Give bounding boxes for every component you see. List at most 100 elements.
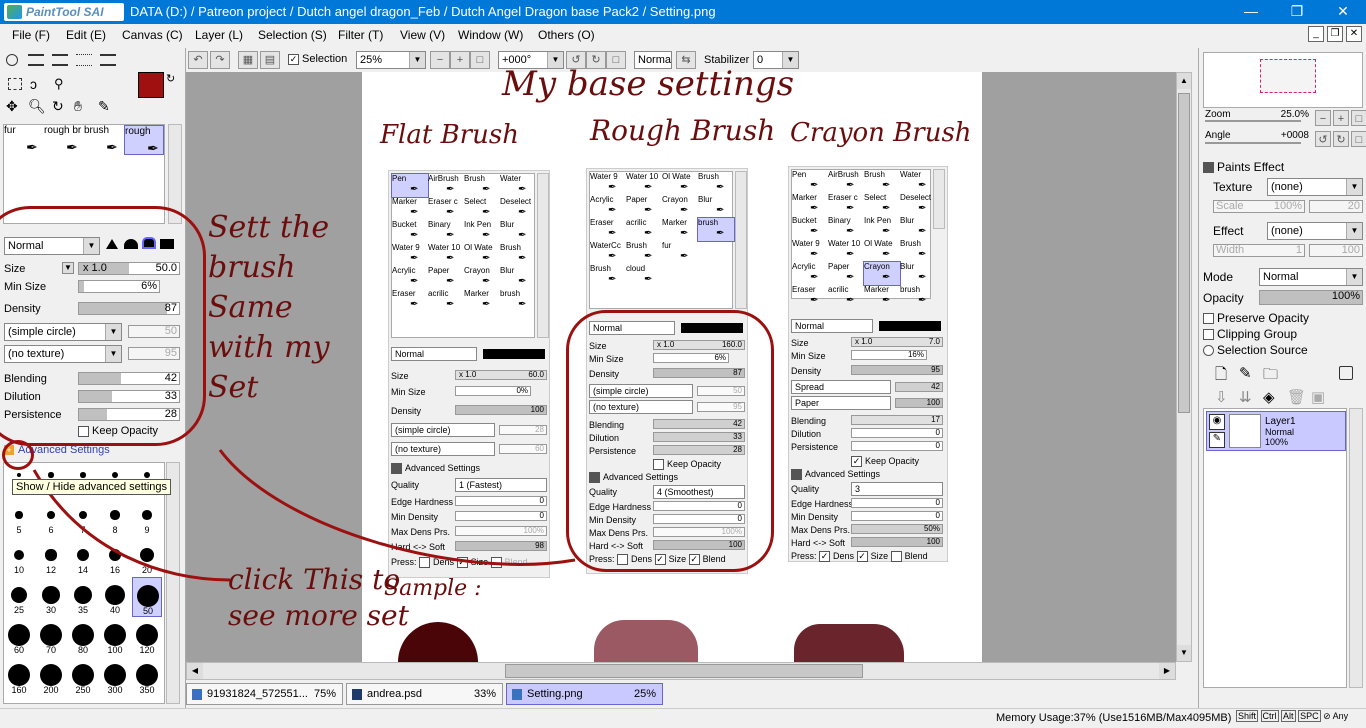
new-layer-icon[interactable]: 🗋︎ — [1215, 364, 1227, 389]
tool-slot[interactable]: Ink Pen ✒ — [864, 216, 900, 239]
tool-slot[interactable]: Select ✒ — [464, 197, 500, 220]
tool-slot[interactable]: Brush ✒ — [500, 243, 536, 266]
new-linework-layer-icon[interactable]: ✎ — [1239, 364, 1252, 382]
transfer-down-icon[interactable]: ⇩ — [1215, 388, 1228, 406]
swap-colors-icon[interactable]: ↻ — [166, 72, 175, 85]
crayon-density-bar[interactable]: 95 — [851, 365, 943, 375]
crayon-minsize-bar[interactable]: 16% — [851, 350, 927, 360]
mdi-close-icon[interactable]: ✕ — [1346, 26, 1362, 42]
tool-slot[interactable]: Bucket ✒ — [392, 220, 428, 243]
flat-size-bar[interactable]: x 1.0 60.0 — [455, 370, 547, 380]
scroll-left-icon[interactable]: ◀ — [187, 663, 203, 679]
tool-slot[interactable]: Water ✒ — [500, 174, 536, 197]
tool-slot[interactable]: brush ✒ — [697, 217, 735, 242]
tool-slot[interactable]: Eraser c ✒ — [428, 197, 464, 220]
tool-slot[interactable]: Acrylic ✒ — [392, 266, 428, 289]
scroll-thumb[interactable] — [1178, 93, 1190, 413]
tool-slot[interactable]: Pen ✒ — [792, 170, 828, 193]
width-slider[interactable]: Width 1 — [1213, 244, 1305, 257]
flat-shape-buttons[interactable] — [481, 347, 547, 361]
primary-color-swatch[interactable] — [138, 72, 164, 98]
crayon-paper-select[interactable]: Paper — [791, 396, 891, 410]
effect-select[interactable]: (none) ▼ — [1267, 222, 1363, 240]
selection-source-radio[interactable]: Selection Source — [1203, 343, 1308, 357]
flat-shape-select[interactable]: (simple circle) — [391, 423, 495, 437]
tool-slot[interactable]: Marker ✒ — [392, 197, 428, 220]
navigator-preview[interactable] — [1203, 52, 1363, 108]
tool-slot[interactable]: Marker ✒ — [662, 218, 698, 241]
scroll-thumb[interactable] — [505, 664, 863, 678]
tool-slot[interactable]: Crayon ✒ — [863, 261, 901, 286]
crayon-edge-bar[interactable]: 0 — [851, 498, 943, 508]
clear-layer-icon[interactable]: ◈ — [1263, 388, 1275, 406]
rotate-reset-icon[interactable]: □ — [1351, 131, 1366, 147]
tool-slot[interactable]: Water 9 ✒ — [792, 239, 828, 262]
zoom-reset-icon[interactable]: □ — [1351, 110, 1366, 126]
tool-slot[interactable]: Paper ✒ — [626, 195, 662, 218]
tool-slot[interactable]: Water 10 ✒ — [828, 239, 864, 262]
scroll-down-icon[interactable]: ▼ — [1177, 645, 1191, 661]
tool-slot[interactable]: Acrylic ✒ — [792, 262, 828, 285]
menu-canvas[interactable]: Canvas (C) — [122, 28, 183, 42]
tool-slot[interactable]: Brush ✒ — [864, 170, 900, 193]
minimize-button[interactable]: — — [1228, 0, 1274, 24]
flat-mode-select[interactable]: Normal — [391, 347, 477, 361]
scale-slider[interactable]: Scale 100% — [1213, 200, 1305, 213]
tool-slot[interactable]: Brush ✒ — [698, 172, 734, 195]
tool-slot[interactable]: AirBrush ✒ — [428, 174, 464, 197]
mdi-restore-icon[interactable]: ❐ — [1327, 26, 1343, 42]
tool-slot[interactable]: Eraser ✒ — [792, 285, 828, 308]
rotate-tool-icon[interactable]: ↻ — [52, 98, 64, 115]
detail-mode-icon[interactable] — [100, 54, 116, 66]
preserve-opacity-checkbox[interactable]: Preserve Opacity — [1203, 311, 1309, 325]
tool-slot[interactable]: acrilic ✒ — [626, 218, 662, 241]
rough-tool-scrollbar[interactable] — [735, 171, 747, 309]
crayon-maxdens-bar[interactable]: 50% — [851, 524, 943, 534]
rotate-left-icon[interactable]: ↺ — [1315, 131, 1331, 147]
size-preset-60[interactable]: 60 — [4, 617, 34, 657]
menu-edit[interactable]: Edit (E) — [66, 28, 106, 42]
zoom-out-icon[interactable]: − — [430, 51, 450, 69]
tool-slot[interactable] — [662, 264, 698, 287]
circle-mode-icon[interactable] — [6, 54, 18, 66]
menu-file[interactable]: File (F) — [12, 28, 50, 42]
zoom-in-icon[interactable]: + — [1333, 110, 1349, 126]
tool-slot[interactable]: Blur ✒ — [500, 220, 536, 243]
crayon-dilution-bar[interactable]: 0 — [851, 428, 943, 438]
tool-slot[interactable]: Ol Wate ✒ — [864, 239, 900, 262]
tool-slot[interactable]: Pen ✒ — [391, 173, 429, 198]
flat-tool-scrollbar[interactable] — [537, 173, 549, 338]
tool-slot[interactable]: Deselect ✒ — [500, 197, 536, 220]
tool-slot[interactable]: Ol Wate ✒ — [662, 172, 698, 195]
crayon-paper-value[interactable]: 100 — [895, 398, 943, 408]
merge-down-icon[interactable]: ⇊ — [1239, 388, 1252, 406]
layer-list-scrollbar[interactable] — [1349, 408, 1363, 688]
crayon-keep-opacity[interactable]: ✓ Keep Opacity — [851, 456, 919, 468]
clipping-group-checkbox[interactable]: Clipping Group — [1203, 327, 1297, 341]
tool-slot[interactable]: Paper ✒ — [828, 262, 864, 285]
navigator-viewport[interactable] — [1260, 59, 1316, 93]
tool-slot[interactable]: WaterCc ✒ — [590, 241, 626, 264]
tool-slot[interactable]: Select ✒ — [864, 193, 900, 216]
crayon-blending-bar[interactable]: 17 — [851, 415, 943, 425]
eye-icon[interactable]: ◉ — [1209, 414, 1225, 430]
flat-minsize-bar[interactable]: 0% — [455, 386, 531, 396]
zoom-track[interactable] — [1205, 120, 1301, 122]
close-button[interactable]: ✕ — [1320, 0, 1366, 24]
layer-row[interactable]: ◉ ✎ Layer1 Normal 100% — [1206, 411, 1346, 451]
menu-selection[interactable]: Selection (S) — [258, 28, 327, 42]
tab-setting[interactable]: Setting.png 25% — [506, 683, 663, 705]
tool-slot[interactable]: Marker ✒ — [792, 193, 828, 216]
tool-slot[interactable]: Water 9 ✒ — [392, 243, 428, 266]
crayon-tool-scrollbar[interactable] — [933, 169, 945, 229]
undo-icon[interactable]: ↶ — [188, 51, 208, 69]
tool-slot[interactable]: acrilic ✒ — [428, 289, 464, 312]
tool-slot[interactable]: brush ✒ — [900, 285, 936, 308]
selection-checkbox[interactable]: ✓ Selection — [288, 53, 347, 65]
merge-visible-icon[interactable]: ▣ — [1311, 388, 1325, 406]
tool-slot[interactable]: Crayon ✒ — [464, 266, 500, 289]
crayon-mindens-bar[interactable]: 0 — [851, 511, 943, 521]
tool-slot[interactable] — [698, 264, 734, 287]
width-strength[interactable]: 100 — [1309, 244, 1363, 257]
tool-slot[interactable]: Binary ✒ — [828, 216, 864, 239]
